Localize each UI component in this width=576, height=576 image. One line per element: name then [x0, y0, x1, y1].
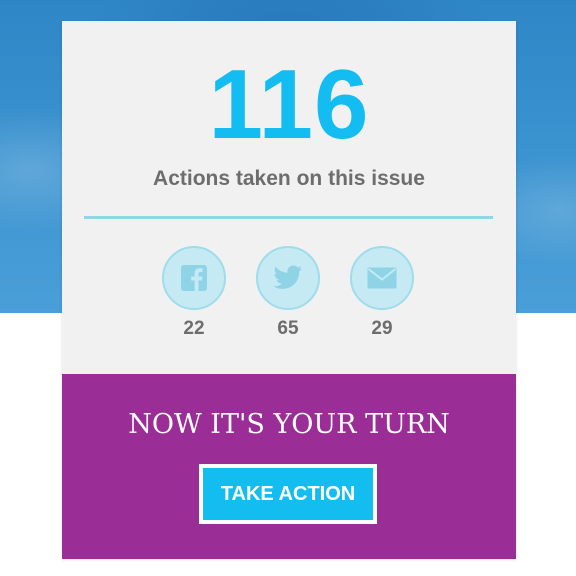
actions-count: 116 — [208, 49, 370, 159]
action-card: 116 Actions taken on this issue 22 65 29… — [62, 21, 516, 559]
share-item-facebook: 22 — [162, 246, 226, 340]
twitter-icon — [273, 265, 302, 289]
twitter-share-button[interactable] — [256, 246, 320, 310]
facebook-share-count: 22 — [183, 318, 205, 339]
twitter-share-count: 65 — [277, 318, 299, 339]
facebook-icon — [181, 265, 207, 291]
cta-panel: NOW IT'S YOUR TURN TAKE ACTION — [62, 374, 516, 559]
stats-panel: 116 Actions taken on this issue 22 65 29 — [62, 21, 516, 374]
share-item-email: 29 — [350, 246, 414, 340]
cta-heading: NOW IT'S YOUR TURN — [128, 409, 450, 440]
email-share-count: 29 — [371, 318, 393, 339]
facebook-share-button[interactable] — [162, 246, 226, 310]
share-item-twitter: 65 — [256, 246, 320, 340]
email-icon — [367, 267, 397, 289]
email-share-button[interactable] — [350, 246, 414, 310]
actions-caption: Actions taken on this issue — [153, 167, 425, 190]
divider — [84, 216, 493, 219]
take-action-button[interactable]: TAKE ACTION — [199, 464, 377, 524]
